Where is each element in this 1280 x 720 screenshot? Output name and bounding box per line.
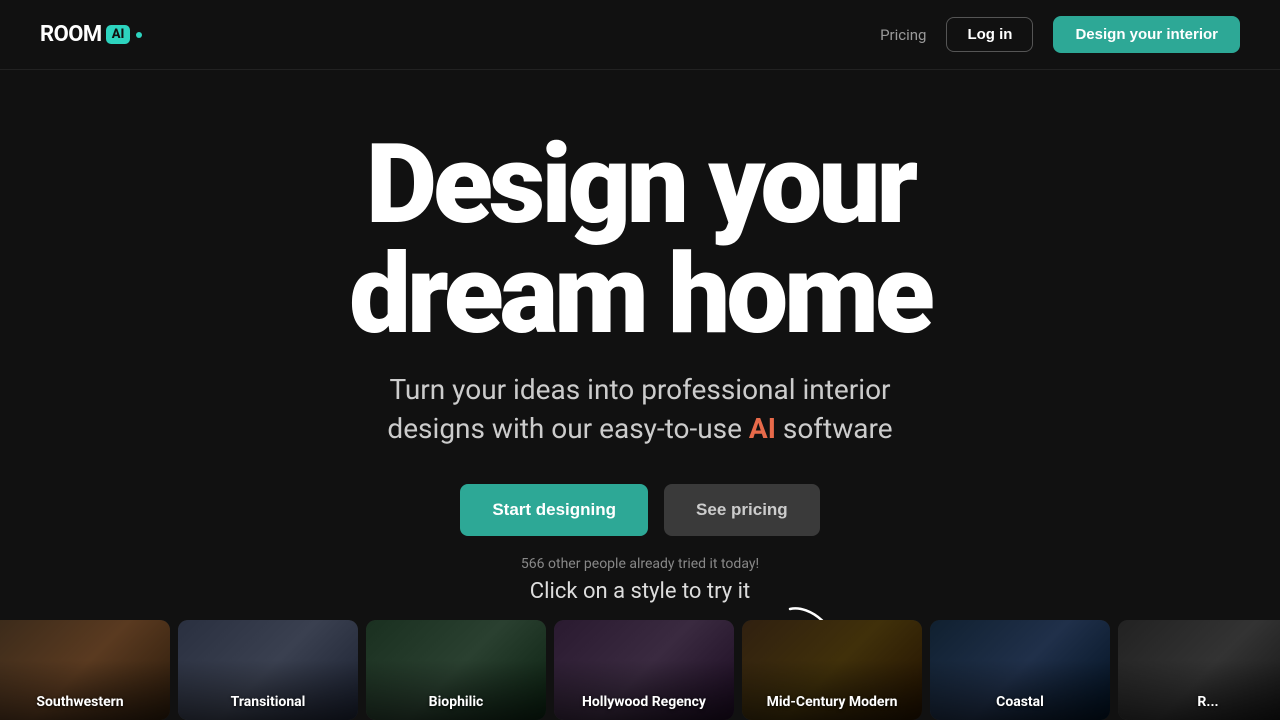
nav-login-button[interactable]: Log in [946, 17, 1033, 52]
hero-title-line2: dream home [349, 230, 931, 359]
style-card-southwestern[interactable]: Southwestern [0, 620, 170, 720]
see-pricing-button[interactable]: See pricing [664, 484, 820, 536]
style-card-label-biophilic: Biophilic [429, 694, 484, 710]
style-card-extra[interactable]: R... [1118, 620, 1280, 720]
hero-subtitle-part1: Turn your ideas into professional interi… [389, 373, 890, 406]
hero-subtitle: Turn your ideas into professional interi… [387, 370, 892, 448]
logo-dot [136, 32, 142, 38]
hero-buttons: Start designing See pricing [460, 484, 819, 536]
start-designing-button[interactable]: Start designing [460, 484, 648, 536]
social-proof-text: 566 other people already tried it today! [521, 556, 759, 572]
navigation: ROOM AI Pricing Log in Design your inter… [0, 0, 1280, 70]
style-card-transitional[interactable]: Transitional [178, 620, 358, 720]
style-card-label-extra: R... [1197, 694, 1218, 710]
style-card-coastal[interactable]: Coastal [930, 620, 1110, 720]
hero-subtitle-part2: designs with our easy-to-use [387, 412, 742, 445]
style-card-biophilic[interactable]: Biophilic [366, 620, 546, 720]
hero-section: Design your dream home Turn your ideas i… [0, 70, 1280, 602]
style-card-label-midcentury: Mid-Century Modern [767, 694, 898, 710]
style-card-label-coastal: Coastal [996, 694, 1044, 710]
click-label: Click on a style to try it [530, 579, 750, 604]
logo-ai-badge: AI [106, 25, 131, 44]
nav-design-cta-button[interactable]: Design your interior [1053, 16, 1240, 53]
style-card-midcentury[interactable]: Mid-Century Modern [742, 620, 922, 720]
style-section: Click on a style to try it Southwestern … [0, 579, 1280, 720]
nav-pricing-link[interactable]: Pricing [880, 26, 926, 44]
hero-title: Design your dream home [349, 130, 931, 350]
nav-actions: Pricing Log in Design your interior [880, 16, 1240, 53]
style-card-label-southwestern: Southwestern [36, 694, 123, 710]
hero-subtitle-part3: software [783, 412, 893, 445]
logo[interactable]: ROOM AI [40, 22, 142, 47]
style-card-label-hollywood: Hollywood Regency [582, 694, 706, 710]
style-label-area: Click on a style to try it [0, 579, 1280, 604]
style-card-hollywood[interactable]: Hollywood Regency [554, 620, 734, 720]
logo-text: ROOM [40, 22, 102, 47]
style-card-label-transitional: Transitional [231, 694, 306, 710]
style-cards-container: Southwestern Transitional Biophilic Holl… [0, 620, 1280, 720]
hero-subtitle-ai: AI [749, 412, 776, 445]
